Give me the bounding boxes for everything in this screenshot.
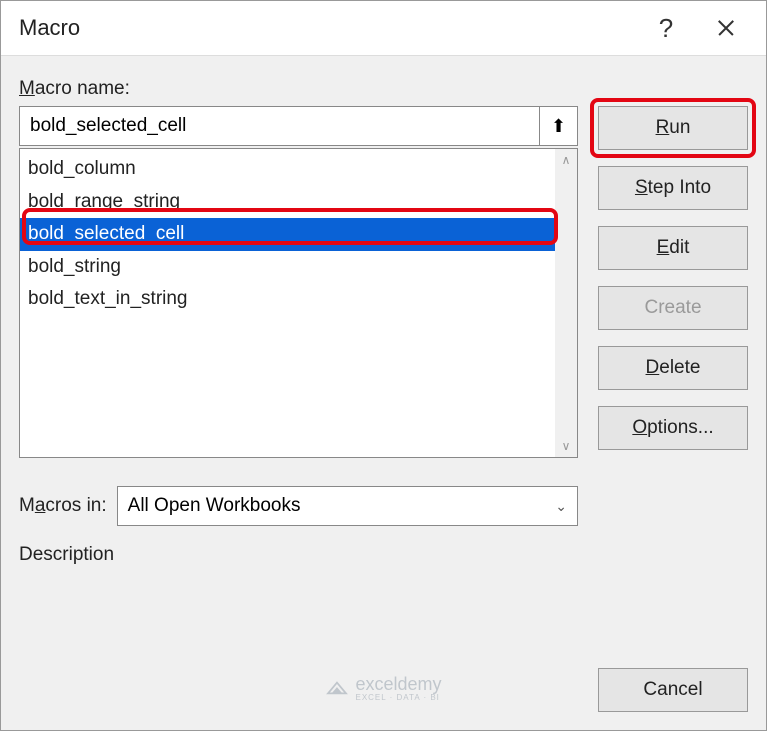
macro-dialog: Macro ? Macro name: ⬆ bold_columnbold_ra…	[0, 0, 767, 731]
scroll-down-icon: ∨	[562, 439, 571, 453]
watermark: exceldemy EXCEL · DATA · BI	[325, 674, 441, 702]
ref-up-icon: ⬆	[551, 116, 566, 137]
run-button[interactable]: Run	[598, 106, 748, 150]
button-column: Run Step Into Edit Create Delete Options…	[598, 78, 748, 572]
dialog-body: Macro name: ⬆ bold_columnbold_range_stri…	[1, 56, 766, 730]
delete-button[interactable]: Delete	[598, 346, 748, 390]
dialog-title: Macro	[19, 15, 636, 41]
close-button[interactable]	[696, 1, 756, 56]
list-item[interactable]: bold_string	[20, 251, 577, 284]
list-item[interactable]: bold_column	[20, 153, 577, 186]
help-button[interactable]: ?	[636, 1, 696, 56]
edit-button[interactable]: Edit	[598, 226, 748, 270]
watermark-tagline: EXCEL · DATA · BI	[355, 693, 441, 702]
macro-listbox[interactable]: bold_columnbold_range_stringbold_selecte…	[19, 148, 578, 458]
step-into-button[interactable]: Step Into	[598, 166, 748, 210]
list-item[interactable]: bold_text_in_string	[20, 283, 577, 316]
watermark-icon	[325, 679, 347, 697]
macros-in-dropdown[interactable]: All Open Workbooks ⌄	[117, 486, 578, 526]
create-button: Create	[598, 286, 748, 330]
chevron-down-icon: ⌄	[555, 498, 567, 515]
titlebar: Macro ?	[1, 1, 766, 56]
scrollbar[interactable]: ∧ ∨	[555, 149, 577, 457]
list-item[interactable]: bold_selected_cell	[20, 218, 577, 251]
description-label: Description	[19, 544, 578, 566]
macro-name-input[interactable]	[19, 106, 540, 146]
watermark-brand: exceldemy	[355, 674, 441, 694]
close-icon	[716, 18, 736, 38]
cancel-button[interactable]: Cancel	[598, 668, 748, 712]
scroll-up-icon: ∧	[562, 153, 571, 167]
ref-edit-button[interactable]: ⬆	[540, 106, 578, 146]
options-button[interactable]: Options...	[598, 406, 748, 450]
macro-name-label: Macro name:	[19, 78, 578, 100]
macros-in-value: All Open Workbooks	[128, 495, 301, 517]
macros-in-label: Macros in:	[19, 495, 107, 517]
list-item[interactable]: bold_range_string	[20, 186, 577, 219]
